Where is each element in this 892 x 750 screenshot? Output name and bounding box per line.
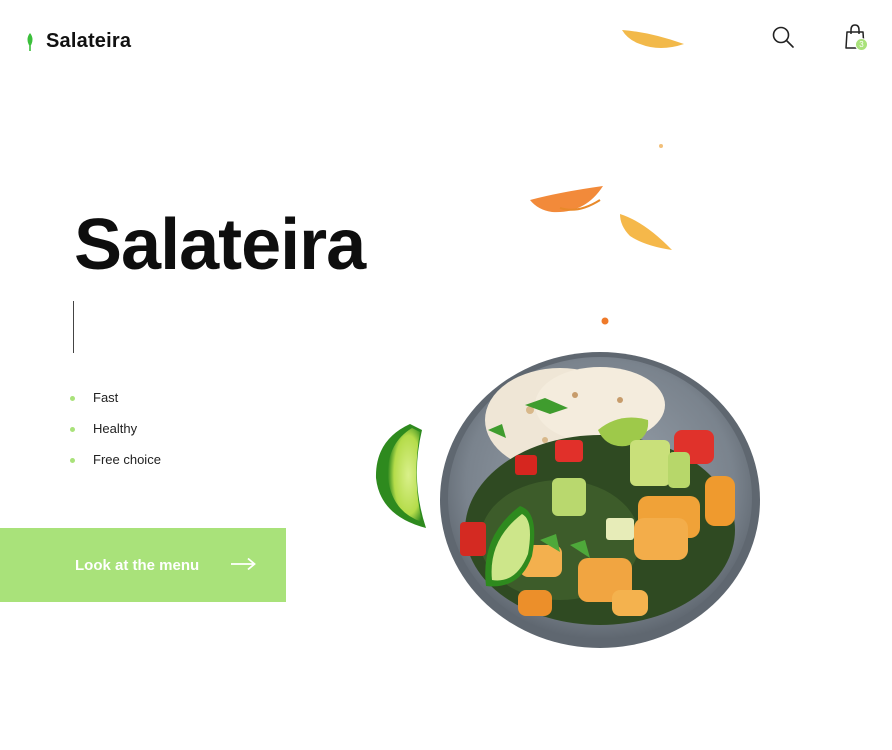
leaf-icon [27, 32, 33, 51]
features-list: Fast Healthy Free choice [70, 382, 161, 475]
brand-name: Salateira [46, 30, 132, 52]
feature-item: Free choice [70, 444, 161, 475]
lime-slice-image [375, 424, 426, 528]
cta-label: Look at the menu [75, 556, 200, 574]
hero-title: Salateira [74, 205, 366, 285]
feature-item: Healthy [70, 413, 161, 444]
feature-label-fast: Fast [93, 390, 119, 405]
feature-label-healthy: Healthy [93, 421, 138, 436]
search-icon[interactable] [771, 25, 795, 49]
arrow-right-icon [231, 557, 256, 571]
look-at-menu-button[interactable]: Look at the menu [0, 528, 286, 602]
bullet-dot-icon [70, 458, 75, 463]
hero-divider [73, 301, 74, 353]
cart-count-badge: 3 [855, 38, 868, 51]
feature-label-free-choice: Free choice [93, 452, 161, 467]
site-header: Salateira 3 [0, 0, 892, 80]
food-illustration [375, 30, 760, 648]
brand-logo[interactable]: Salateira [24, 30, 131, 53]
bullet-dot-icon [70, 396, 75, 401]
salad-bowl-image [440, 352, 760, 648]
feature-item: Fast [70, 382, 161, 413]
bullet-dot-icon [70, 427, 75, 432]
